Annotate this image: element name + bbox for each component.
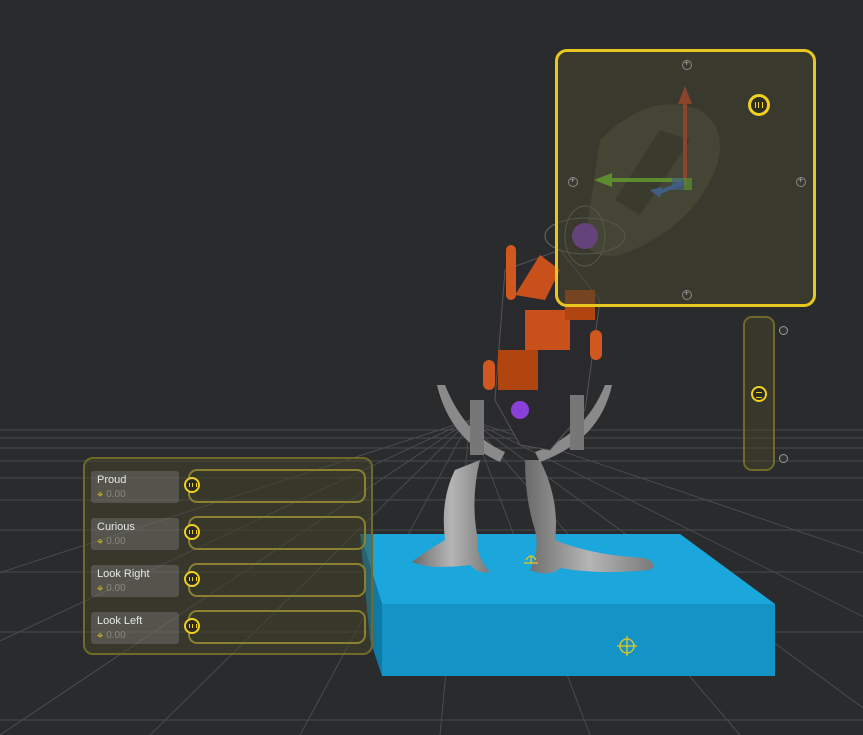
pad-handle[interactable] bbox=[748, 94, 770, 116]
blendshape-name: Look Left bbox=[97, 615, 143, 627]
blendshape-value: ⌖ 0.00 bbox=[97, 489, 126, 500]
target-icon: ⌖ bbox=[97, 629, 104, 642]
blendshape-row: Look Left ⌖ 0.00 bbox=[91, 608, 367, 646]
blendshape-slider-handle[interactable] bbox=[184, 524, 200, 540]
blendshape-row: Look Right ⌖ 0.00 bbox=[91, 561, 367, 599]
blendshape-name: Proud bbox=[97, 474, 127, 486]
blendshape-row: Proud ⌖ 0.00 bbox=[91, 467, 367, 505]
vertical-slider-handle[interactable] bbox=[751, 386, 767, 402]
target-icon: ⌖ bbox=[97, 488, 104, 501]
target-icon: ⌖ bbox=[97, 535, 104, 548]
blendshape-label-box: Curious ⌖ 0.00 bbox=[91, 518, 179, 550]
pad-bottom-anchor-icon bbox=[682, 288, 692, 300]
blendshape-slider-track[interactable] bbox=[184, 469, 366, 503]
vslider-bottom-anchor-icon bbox=[779, 454, 788, 463]
blendshape-name: Look Right bbox=[97, 568, 150, 580]
pad-right-anchor-icon bbox=[796, 175, 806, 187]
blendshape-name: Curious bbox=[97, 521, 135, 533]
blendshape-slider-track[interactable] bbox=[184, 610, 366, 644]
blendshape-panel: Proud ⌖ 0.00 Curious ⌖ 0.00 Look Right ⌖… bbox=[83, 457, 373, 655]
pad-left-anchor-icon bbox=[568, 175, 578, 187]
target-icon: ⌖ bbox=[97, 582, 104, 595]
blendshape-slider-handle[interactable] bbox=[184, 477, 200, 493]
blendshape-value: ⌖ 0.00 bbox=[97, 583, 126, 594]
blendshape-label-box: Look Left ⌖ 0.00 bbox=[91, 612, 179, 644]
blendshape-slider-track[interactable] bbox=[184, 563, 366, 597]
blendshape-value-text: 0.00 bbox=[106, 489, 126, 500]
pad-top-anchor-icon bbox=[682, 58, 692, 70]
blendshape-slider-handle[interactable] bbox=[184, 571, 200, 587]
look-pad-control[interactable] bbox=[555, 49, 816, 307]
blendshape-row: Curious ⌖ 0.00 bbox=[91, 514, 367, 552]
vslider-top-anchor-icon bbox=[779, 326, 788, 335]
blendshape-slider-handle[interactable] bbox=[184, 618, 200, 634]
blendshape-value: ⌖ 0.00 bbox=[97, 536, 126, 547]
vertical-slider[interactable] bbox=[743, 316, 775, 471]
blendshape-label-box: Proud ⌖ 0.00 bbox=[91, 471, 179, 503]
blendshape-slider-track[interactable] bbox=[184, 516, 366, 550]
blendshape-value-text: 0.00 bbox=[106, 583, 126, 594]
blendshape-value-text: 0.00 bbox=[106, 536, 126, 547]
blendshape-label-box: Look Right ⌖ 0.00 bbox=[91, 565, 179, 597]
blendshape-value-text: 0.00 bbox=[106, 630, 126, 641]
blendshape-value: ⌖ 0.00 bbox=[97, 630, 126, 641]
